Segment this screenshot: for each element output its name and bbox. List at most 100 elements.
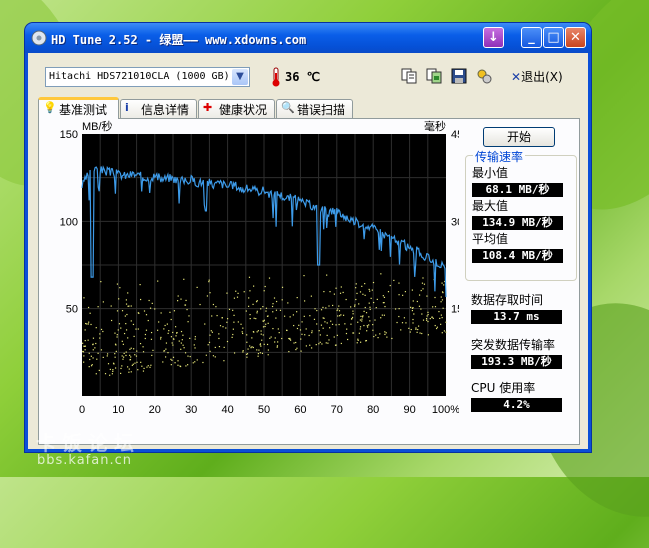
access-time-point [249,314,251,316]
watermark-logo: 卡饭论坛 [36,431,140,455]
start-button[interactable]: 开始 [483,127,555,147]
access-time-point [166,323,168,325]
title-bar[interactable]: HD Tune 2.52 - 绿盟—— www.xdowns.com ↓ _ □… [25,23,591,53]
access-time-point [275,300,278,303]
access-time-point [426,295,428,297]
access-time-point [276,345,279,347]
access-time-point [212,355,215,357]
access-time-point [87,323,89,325]
access-time-point [271,305,274,308]
access-time-point [269,337,271,339]
access-time-point [292,314,295,316]
access-time-point [405,322,407,324]
options-icon[interactable] [475,67,493,85]
access-time-point [125,303,128,305]
access-time-point [232,328,234,330]
access-time-point [411,307,414,309]
access-time-point [172,338,175,340]
access-time-point [324,321,326,323]
access-time-point [264,325,266,328]
access-time-point [146,366,148,368]
maximize-button[interactable]: □ [543,27,564,48]
right-y-tick-label: 15 [451,304,459,316]
access-time-point [192,362,194,364]
drive-select[interactable]: Hitachi HDS721010CLA (1000 GB) ▼ [45,67,250,87]
access-time-point [300,350,302,352]
x-tick-label: 80 [367,404,379,416]
access-time-point [354,304,356,306]
access-time-point [290,339,292,341]
close-button[interactable]: ✕ [565,27,586,48]
access-time-point [275,317,277,319]
access-time-point [248,276,251,278]
access-time-point [304,300,306,302]
access-time-point [281,286,284,288]
access-time-point [369,290,371,292]
access-time-point [362,293,364,295]
access-time-point [377,337,379,339]
access-time-point [115,350,117,352]
access-time-point [189,355,191,358]
access-time-point [194,347,196,349]
access-time-point [223,360,225,362]
exit-button[interactable]: ✕退出(X) [511,68,563,85]
benchmark-icon: 💡 [43,101,57,114]
access-time-point [90,355,92,357]
download-button[interactable]: ↓ [483,27,504,48]
tab-error-scan[interactable]: 🔍 错误扫描 [276,99,353,118]
access-time-point [102,301,104,303]
tab-info[interactable]: i 信息详情 [120,99,197,118]
access-time-point [261,339,263,341]
access-time-point [384,305,386,308]
access-time-point [128,368,130,370]
access-time-point [127,366,129,368]
minimize-button[interactable]: _ [521,27,542,48]
copy-text-icon[interactable] [400,67,418,85]
access-time-point [364,283,366,285]
access-time-point [369,320,371,322]
access-time-point [256,349,258,351]
access-time-point [177,364,179,366]
access-time-point [293,324,295,327]
access-time-point [258,349,260,351]
access-time-point [253,331,255,333]
access-time-point [299,329,302,331]
access-time-point [325,307,327,309]
access-time-point [144,333,147,336]
access-time-point [182,334,184,336]
access-time-point [176,331,178,334]
access-time-point [368,302,370,304]
benchmark-chart: 0 10 20 30 40 50 60 70 80 90 100% 150 100 50 45 30 15 MB/… [60,119,459,416]
access-time-point [251,337,253,339]
access-time-point [281,299,283,301]
tab-benchmark[interactable]: 💡 基准测试 [38,97,119,119]
access-time-point [402,294,404,296]
access-time-point [345,332,348,335]
access-time-point [296,296,298,299]
app-window: HD Tune 2.52 - 绿盟—— www.xdowns.com ↓ _ □… [25,23,591,452]
save-icon[interactable] [450,67,468,85]
tab-label: 基准测试 [59,103,108,117]
access-time-point [256,300,258,302]
access-time-point [357,339,359,341]
chevron-down-icon[interactable]: ▼ [232,69,248,85]
access-time-point [112,369,114,371]
access-time-point [263,343,265,345]
access-time-point [177,300,179,302]
access-time-point [415,327,417,329]
access-time-point [273,297,276,299]
access-time-point [116,334,118,336]
access-time-point [232,333,234,336]
access-time-point [249,318,251,320]
access-time-point [210,330,212,332]
access-time-point [242,351,244,353]
tab-health[interactable]: ✚ 健康状况 [198,99,275,118]
access-time-point [165,342,168,344]
error-scan-icon: 🔍 [281,101,295,114]
access-time-point [150,331,153,334]
copy-image-icon[interactable] [425,67,443,85]
access-time-point [412,322,414,324]
max-label: 最大值 [472,199,509,213]
access-time-point [249,345,251,347]
access-time-point [189,337,191,339]
